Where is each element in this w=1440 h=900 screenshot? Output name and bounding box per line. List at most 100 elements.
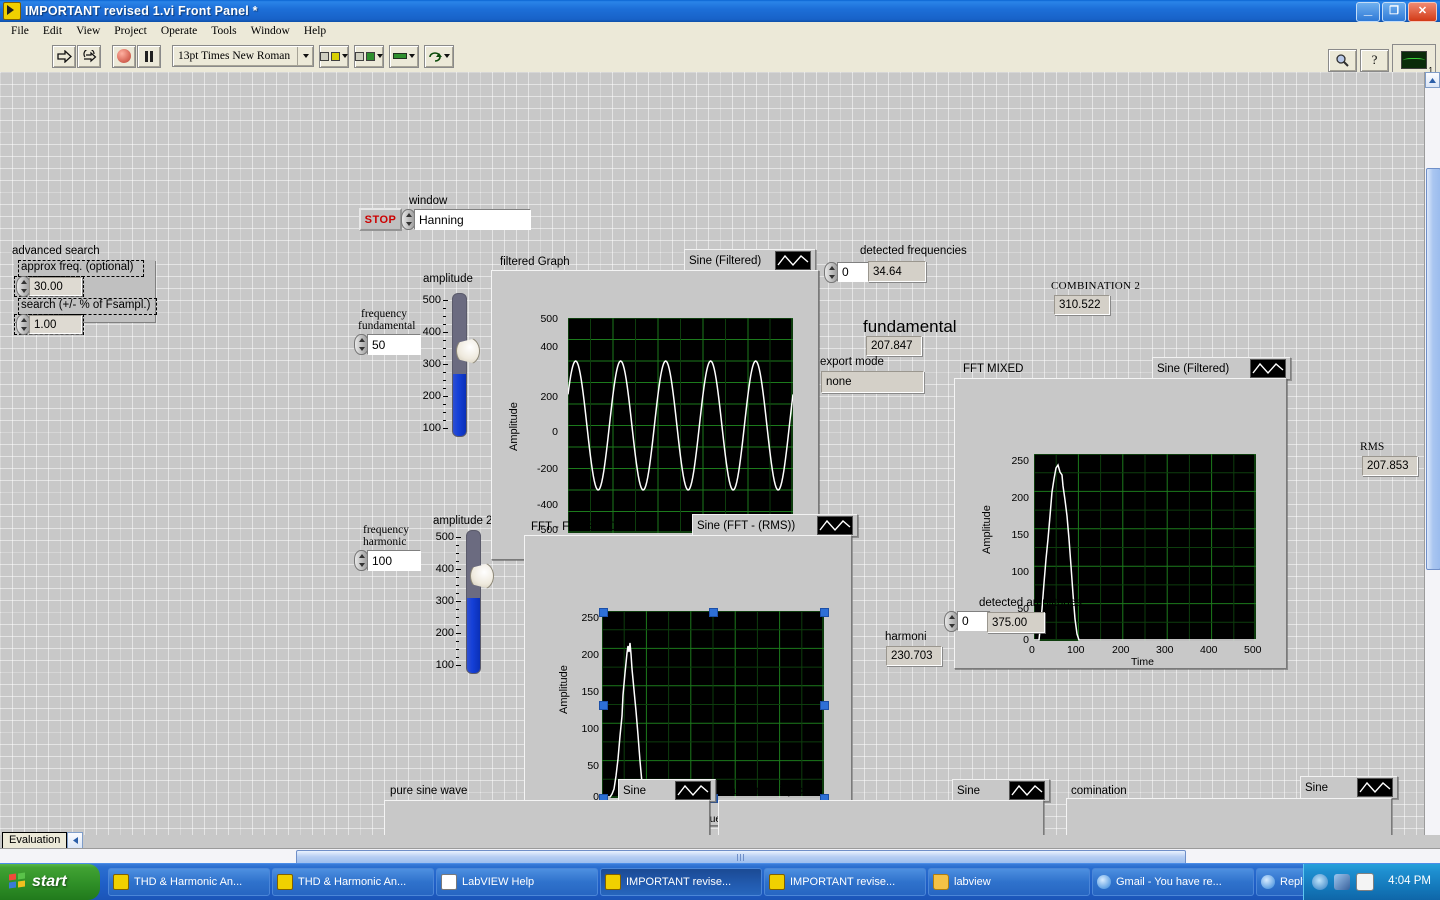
menu-item-project[interactable]: Project	[107, 24, 154, 38]
horizontal-scrollbar[interactable]	[0, 848, 1440, 865]
minimize-button[interactable]: _	[1356, 1, 1380, 22]
taskbar-item-label: THD & Harmonic An...	[298, 876, 407, 888]
evaluation-status-label: Evaluation	[2, 832, 68, 849]
resize-objects-button[interactable]	[389, 44, 419, 68]
distribute-objects-icon	[355, 51, 364, 61]
system-tray: 4:04 PM	[1303, 864, 1440, 900]
taskbar-item[interactable]: Gmail - You have re...	[1092, 868, 1254, 896]
approx-freq-label: approx freq. (optional)	[21, 261, 134, 273]
selection-handle-tr[interactable]	[820, 608, 829, 617]
menu-item-help[interactable]: Help	[297, 24, 333, 38]
vertical-scrollbar[interactable]	[1424, 72, 1440, 850]
chevron-down-icon[interactable]	[297, 47, 313, 65]
fft-mixed-xtick-300: 300	[1156, 644, 1174, 656]
close-icon: ✕	[1417, 5, 1428, 17]
taskbar-item[interactable]: IMPORTANT revise...	[764, 868, 926, 896]
align-objects-button[interactable]	[319, 44, 349, 68]
fft-mixed-legend[interactable]: Sine (Filtered)	[1152, 357, 1291, 380]
network-icon[interactable]	[1334, 874, 1350, 890]
close-button[interactable]: ✕	[1408, 2, 1437, 22]
filtered-graph-legend[interactable]: Sine (Filtered)	[684, 249, 816, 272]
labview-front-panel-window: IMPORTANT revised 1.vi Front Panel * _ ❐…	[0, 0, 1440, 900]
taskbar-item[interactable]: labview	[928, 868, 1090, 896]
stop-button[interactable]: STOP	[359, 208, 402, 231]
selection-handle-mr[interactable]	[820, 701, 829, 710]
volume-icon[interactable]	[1356, 873, 1374, 891]
menu-item-view[interactable]: View	[69, 24, 107, 38]
vertical-scrollbar-thumb[interactable]	[1426, 168, 1440, 570]
run-button[interactable]	[52, 44, 76, 68]
pure-sine-legend-plot-style[interactable]	[675, 781, 711, 800]
run-continuously-button[interactable]	[77, 44, 101, 68]
taskbar-item[interactable]: LabVIEW Help	[436, 868, 598, 896]
show-hidden-icons-icon[interactable]	[1312, 874, 1328, 890]
window-control-combo[interactable]: Hanning	[414, 209, 531, 230]
filtered-graph-plot-area[interactable]	[568, 318, 793, 533]
menu-item-tools[interactable]: Tools	[204, 24, 243, 38]
frequency-harmonic-input[interactable]: 100	[367, 550, 421, 571]
amplitude2-slider-label: amplitude 2	[433, 515, 493, 527]
filtered-graph-ytick-0: 0	[552, 426, 558, 438]
filtered-graph-title: filtered Graph	[500, 256, 570, 268]
filtered-graph-legend-plot-style[interactable]	[775, 251, 811, 270]
fft-mixed-plot-area[interactable]	[1034, 454, 1256, 641]
selection-handle-tl[interactable]	[599, 608, 608, 617]
selection-handle-tc[interactable]	[709, 608, 718, 617]
amplitude2-ticks	[456, 533, 463, 669]
fft-mixed-ytick-0: 0	[1023, 634, 1029, 646]
window-control-label: window	[409, 195, 448, 207]
search-pct-input[interactable]: 1.00	[29, 315, 82, 334]
fft-filtered-legend[interactable]: Sine (FFT - (RMS))	[692, 514, 858, 537]
reorder-objects-button[interactable]	[424, 44, 454, 68]
detected-amplitudes-label: detected amplitudes	[979, 597, 1082, 609]
menu-item-window[interactable]: Window	[244, 24, 297, 38]
menu-item-edit[interactable]: Edit	[36, 24, 69, 38]
amplitude-slider-track[interactable]	[452, 293, 467, 437]
front-panel-canvas[interactable]: advanced search approx freq. (optional) …	[0, 72, 1425, 850]
taskbar-item-label: Gmail - You have re...	[1116, 876, 1222, 888]
amplitude-slider-fill	[453, 374, 466, 436]
search-button[interactable]	[1328, 48, 1357, 72]
context-help-button[interactable]: ?	[1360, 48, 1389, 72]
taskbar-item[interactable]: THD & Harmonic An...	[272, 868, 434, 896]
amplitude2-slider-track[interactable]	[466, 530, 481, 674]
windows-taskbar: start THD & Harmonic An... THD & Harmoni…	[0, 863, 1440, 900]
detected-frequencies-index[interactable]: 0	[837, 262, 871, 282]
start-button[interactable]: start	[0, 864, 100, 900]
menu-item-file[interactable]: File	[4, 24, 36, 38]
taskbar-item[interactable]: IMPORTANT revise...	[600, 868, 762, 896]
status-bar-collapse-button[interactable]	[67, 832, 83, 849]
fft-mixed-legend-plot-style[interactable]	[1250, 359, 1286, 378]
font-selector-value: 13pt Times New Roman	[178, 50, 291, 62]
taskbar-clock[interactable]: 4:04 PM	[1388, 875, 1431, 887]
selection-handle-ml[interactable]	[599, 701, 608, 710]
approx-freq-input[interactable]: 30.00	[29, 277, 82, 296]
reorder-objects-icon	[428, 51, 442, 62]
fft-mixed-legend-label: Sine (Filtered)	[1157, 362, 1230, 375]
combination-legend-plot-style[interactable]	[1357, 778, 1393, 797]
taskbar-buttons: THD & Harmonic An... THD & Harmonic An..…	[108, 868, 1418, 896]
filtered-graph-ytick-200: 200	[540, 391, 558, 403]
fft-filtered-plot-area[interactable]	[602, 611, 824, 798]
fft-filtered-legend-plot-style[interactable]	[817, 516, 853, 535]
frequency-fundamental-input[interactable]: 50	[367, 334, 421, 355]
harmonics-injection-legend[interactable]: Sine	[952, 779, 1050, 802]
restore-button[interactable]: ❐	[1382, 2, 1406, 22]
export-mode-value[interactable]: none	[821, 371, 924, 393]
taskbar-item[interactable]: THD & Harmonic An...	[108, 868, 270, 896]
detected-amplitudes-index[interactable]: 0	[957, 611, 991, 631]
fft-filtered-title: FFT - FILTERED	[531, 521, 617, 533]
combination-legend[interactable]: Sine	[1300, 776, 1398, 799]
labview-vi-icon	[769, 874, 785, 890]
harmonics-injection-legend-plot-style[interactable]	[1009, 781, 1045, 800]
font-selector[interactable]: 13pt Times New Roman	[172, 45, 314, 67]
distribute-objects-button[interactable]	[354, 44, 384, 68]
menu-bar: File Edit View Project Operate Tools Win…	[0, 22, 1440, 41]
amplitude-tick-200: 200	[422, 390, 441, 402]
menu-item-operate[interactable]: Operate	[154, 24, 204, 38]
pause-button[interactable]	[137, 44, 161, 68]
amplitude-slider-label: amplitude	[423, 273, 473, 285]
abort-execution-button[interactable]	[112, 44, 136, 68]
scroll-up-button[interactable]	[1425, 72, 1440, 88]
pure-sine-legend[interactable]: Sine	[618, 779, 716, 802]
